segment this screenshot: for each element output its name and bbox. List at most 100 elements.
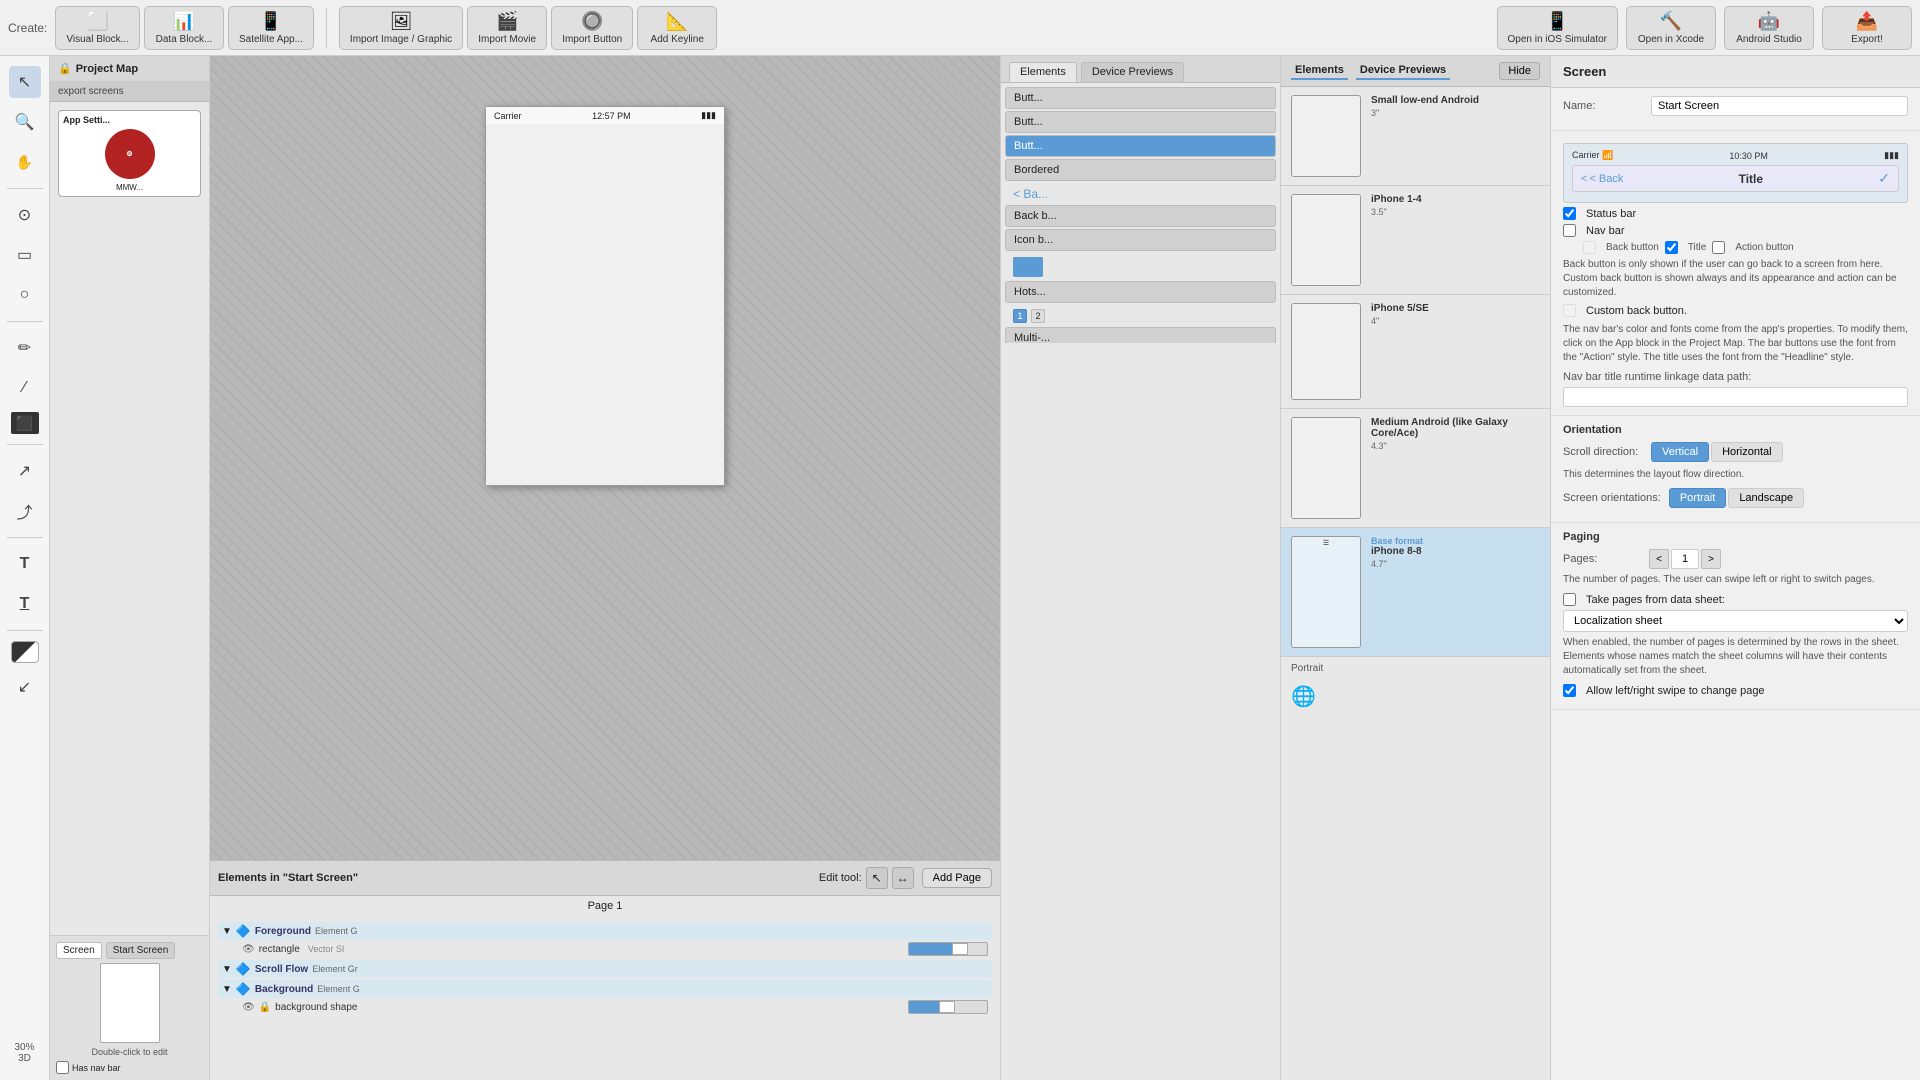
text-styled-tool[interactable]: T: [9, 588, 41, 620]
text-tool[interactable]: T: [9, 548, 41, 580]
import-movie-button[interactable]: 🎬 Import Movie: [467, 6, 547, 50]
tab-elements[interactable]: Elements: [1009, 62, 1077, 82]
canvas-content[interactable]: Carrier 12:57 PM ▮▮▮: [210, 56, 1000, 860]
elem-back-button-preview: < Ba...: [1005, 183, 1276, 205]
open-xcode-button[interactable]: 🔨 Open in Xcode: [1626, 6, 1716, 50]
pages-value-input[interactable]: [1671, 549, 1699, 569]
import-image-button[interactable]: 🖼 Import Image / Graphic: [339, 6, 463, 50]
android-studio-button[interactable]: 🤖 Android Studio: [1724, 6, 1814, 50]
open-ios-label: Open in iOS Simulator: [1508, 34, 1608, 45]
elem-button-basic[interactable]: Butt...: [1005, 87, 1276, 109]
background-group-name: Background: [255, 984, 313, 995]
pen-tool[interactable]: ✏: [9, 332, 41, 364]
prop-name-input[interactable]: [1651, 96, 1908, 116]
view-3d[interactable]: 3D: [14, 1053, 34, 1064]
pan-tool[interactable]: ✋: [9, 146, 41, 178]
tool-group-node-select: ↗: [0, 453, 49, 489]
node-edit-tool[interactable]: ⤴: [9, 495, 41, 527]
pages-decrement-button[interactable]: <: [1649, 549, 1669, 569]
elem-button-2[interactable]: Butt...: [1005, 111, 1276, 133]
pages-increment-button[interactable]: >: [1701, 549, 1721, 569]
prop-screen-orientations-row: Screen orientations: Portrait Landscape: [1563, 488, 1908, 508]
nav-bar-title-path-input[interactable]: [1563, 387, 1908, 407]
shape-tool[interactable]: ⬛: [11, 412, 39, 434]
app-settings-thumbnail[interactable]: App Setti... ⚙ MMW...: [58, 110, 201, 197]
app-icon-text: ⚙: [126, 150, 132, 158]
background-shape-visibility-icon[interactable]: 👁: [242, 1002, 255, 1013]
nav-bar-checkbox[interactable]: [1563, 224, 1576, 237]
status-bar-checkbox[interactable]: [1563, 207, 1576, 220]
title-checkbox[interactable]: [1665, 241, 1678, 254]
tool-separator-2: [7, 321, 43, 322]
corner-tool[interactable]: ↙: [9, 671, 41, 703]
tree-item-rectangle[interactable]: 👁 rectangle Vector SI: [218, 940, 992, 958]
visual-block-icon: ⬜: [86, 11, 108, 32]
elem-multi[interactable]: Multi-...: [1005, 327, 1276, 343]
screen-tab[interactable]: Screen: [56, 942, 102, 959]
select-tool[interactable]: ↖: [9, 66, 41, 98]
scroll-vertical-button[interactable]: Vertical: [1651, 442, 1709, 462]
action-button-checkbox[interactable]: [1712, 241, 1725, 254]
elem-icon-button[interactable]: Icon b...: [1005, 229, 1276, 251]
satellite-app-button[interactable]: 📱 Satellite App...: [228, 6, 314, 50]
elements-tabs: Elements Device Previews: [1001, 56, 1280, 83]
properties-header: Screen: [1551, 56, 1920, 88]
rectangle-visibility-icon[interactable]: 👁: [242, 944, 255, 955]
line-tool[interactable]: ∕: [9, 372, 41, 404]
landscape-button[interactable]: Landscape: [1728, 488, 1804, 508]
background-shape-bar-thumb[interactable]: [939, 1001, 955, 1013]
elem-button-highlighted[interactable]: Butt...: [1005, 135, 1276, 157]
visual-block-button[interactable]: ⬜ Visual Block...: [55, 6, 140, 50]
portrait-button[interactable]: Portrait: [1669, 488, 1726, 508]
tab-device-previews-link[interactable]: Device Previews: [1081, 62, 1184, 82]
prop-status-bar-row: Status bar: [1563, 207, 1908, 220]
screen-thumbnail[interactable]: [100, 963, 160, 1043]
tab-elements-link[interactable]: Elements: [1291, 62, 1348, 80]
allow-swipe-checkbox[interactable]: [1563, 684, 1576, 697]
tool-group-select: ↖: [0, 64, 49, 100]
export-button[interactable]: 📤 Export!: [1822, 6, 1912, 50]
elem-bordered[interactable]: Bordered: [1005, 159, 1276, 181]
device-info-medium-android: Medium Android (like Galaxy Core/Ace) 4.…: [1371, 417, 1540, 451]
oval-tool[interactable]: ○: [9, 279, 41, 311]
screen-orientations-label: Screen orientations:: [1563, 492, 1661, 504]
export-screens-bar[interactable]: export screens: [50, 82, 209, 102]
add-keyline-button[interactable]: 📐 Add Keyline: [637, 6, 717, 50]
rectangle-opacity-bar[interactable]: [908, 942, 988, 956]
zoom-tool[interactable]: 🔍: [9, 106, 41, 138]
tree-item-background-shape[interactable]: 👁 🔒 background shape: [218, 998, 992, 1016]
localization-sheet-select[interactable]: Localization sheet: [1563, 610, 1908, 632]
status-bar-preview: Carrier 📶 10:30 PM ▮▮▮: [1572, 150, 1899, 161]
data-block-button[interactable]: 📊 Data Block...: [144, 6, 224, 50]
tree-group-background-header[interactable]: ▼ 🔷 Background Element G: [218, 980, 992, 998]
rectangle-bar-thumb[interactable]: [952, 943, 968, 955]
scroll-horizontal-button[interactable]: Horizontal: [1711, 442, 1783, 462]
tree-group-foreground-header[interactable]: ▼ 🔷 Foreground Element G: [218, 922, 992, 940]
background-shape-lock-icon[interactable]: 🔒: [259, 1002, 271, 1013]
rect-tool[interactable]: ▭: [9, 239, 41, 271]
take-pages-checkbox[interactable]: [1563, 593, 1576, 606]
start-screen-tab[interactable]: Start Screen: [106, 942, 176, 959]
add-keyline-icon: 📐: [666, 11, 688, 32]
elements-title: Elements in "Start Screen": [218, 872, 358, 884]
custom-back-checkbox[interactable]: [1563, 304, 1576, 317]
device-item-small-android: Small low-end Android 3": [1281, 87, 1550, 186]
circle-draw-tool[interactable]: ⊙: [9, 199, 41, 231]
project-map-title: Project Map: [76, 63, 138, 75]
background-shape-opacity-bar[interactable]: [908, 1000, 988, 1014]
has-nav-bar-checkbox[interactable]: [56, 1061, 69, 1074]
elem-hotspot[interactable]: Hots...: [1005, 281, 1276, 303]
open-ios-button[interactable]: 📱 Open in iOS Simulator: [1497, 6, 1619, 50]
edit-tool-select[interactable]: ↖: [866, 867, 888, 889]
edit-tool-move[interactable]: ↔: [892, 867, 914, 889]
prop-take-pages-row: Take pages from data sheet:: [1563, 593, 1908, 606]
add-page-button[interactable]: Add Page: [922, 868, 992, 888]
color-tool[interactable]: [11, 641, 39, 663]
tab-device-previews[interactable]: Device Previews: [1356, 62, 1450, 80]
hide-device-panel-button[interactable]: Hide: [1499, 62, 1540, 80]
tree-group-scrollflow-header[interactable]: ▼ 🔷 Scroll Flow Element Gr: [218, 960, 992, 978]
back-button-checkbox[interactable]: [1583, 241, 1596, 254]
import-button-button[interactable]: 🔘 Import Button: [551, 6, 633, 50]
node-select-tool[interactable]: ↗: [9, 455, 41, 487]
elem-back-button[interactable]: Back b...: [1005, 205, 1276, 227]
